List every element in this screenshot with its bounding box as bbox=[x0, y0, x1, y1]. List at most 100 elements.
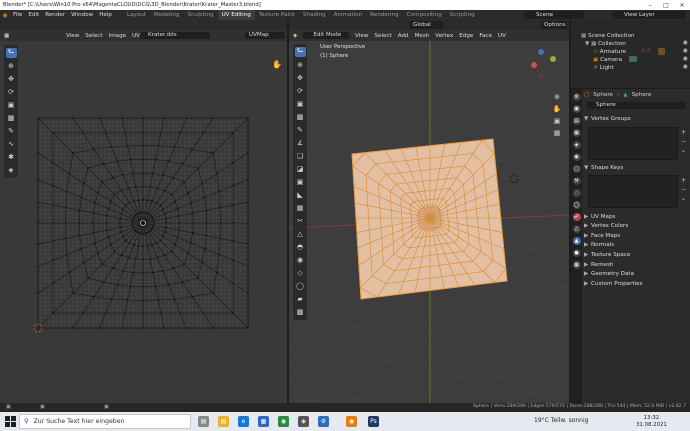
vp-transform-icon[interactable]: ▩ bbox=[295, 112, 306, 122]
vp-menu-vertex[interactable]: Vertex bbox=[435, 33, 453, 39]
vp-select-icon[interactable]: ⮑ bbox=[294, 47, 306, 57]
shape-keys-list[interactable] bbox=[588, 175, 678, 208]
tab-compositing[interactable]: Compositing bbox=[403, 10, 446, 20]
vp-menu-uv[interactable]: UV bbox=[498, 33, 506, 39]
uv-menu-view[interactable]: View bbox=[66, 33, 79, 39]
armature-modifier-icon[interactable] bbox=[658, 48, 665, 55]
select-box-icon[interactable]: ⮑ bbox=[5, 48, 17, 58]
knife-icon[interactable]: ✂ bbox=[295, 216, 306, 226]
modifier-tab-icon[interactable]: ⚒ bbox=[572, 177, 581, 185]
camera-data-icon[interactable] bbox=[629, 56, 637, 62]
vp-cursor-icon[interactable]: ⊕ bbox=[295, 60, 306, 70]
camera-view-icon[interactable]: ▣ bbox=[554, 117, 561, 125]
zoom-icon[interactable]: ⊕ bbox=[554, 93, 560, 101]
uv-layout-drawing[interactable] bbox=[0, 41, 287, 403]
vp-annotate-icon[interactable]: ✎ bbox=[295, 125, 306, 135]
light-visibility-icon[interactable]: ◉ bbox=[683, 64, 688, 70]
photoshop-icon[interactable]: Ps bbox=[368, 416, 379, 427]
vp-menu-select[interactable]: Select bbox=[374, 33, 391, 39]
view-layer-selector[interactable]: View Layer bbox=[612, 11, 686, 19]
tool-tab-icon[interactable]: ⚙ bbox=[572, 93, 581, 101]
menu-edit[interactable]: Edit bbox=[25, 12, 42, 18]
transform-icon[interactable]: ▩ bbox=[6, 113, 17, 123]
taskbar-search-box[interactable]: ⚲ Zur Suche Text hier eingeben bbox=[19, 414, 191, 429]
viewport-scene[interactable] bbox=[0, 41, 690, 404]
tab-rendering[interactable]: Rendering bbox=[366, 10, 403, 20]
uv-map-selector[interactable]: UVMap bbox=[245, 32, 285, 39]
uv-menu-image[interactable]: Image bbox=[109, 33, 127, 39]
3d-viewport[interactable]: User Perspective (1) Sphere ⮑ ⊕ ✥ ⟳ ▣ ▩ … bbox=[0, 41, 690, 404]
material-tab-icon[interactable]: ● bbox=[572, 249, 581, 257]
poly-build-icon[interactable]: △ bbox=[295, 229, 306, 239]
tab-scripting[interactable]: Scripting bbox=[446, 10, 479, 20]
move-icon[interactable]: ✥ bbox=[6, 74, 17, 84]
inset-icon[interactable]: ▣ bbox=[295, 177, 306, 187]
vp-add-cube-icon[interactable]: ❏ bbox=[295, 151, 306, 161]
tab-uv-editing[interactable]: UV Editing bbox=[217, 10, 255, 20]
menu-file[interactable]: File bbox=[10, 12, 25, 18]
world-tab-icon[interactable]: ◉ bbox=[572, 153, 581, 161]
image-selector[interactable]: Krater.dds bbox=[140, 32, 210, 39]
windows-start-icon[interactable] bbox=[5, 416, 16, 427]
vp-measure-icon[interactable]: ∡ bbox=[295, 138, 306, 148]
bevel-icon[interactable]: ◣ bbox=[295, 190, 306, 200]
object-data-tab-icon[interactable]: △ bbox=[572, 225, 581, 233]
tab-modeling[interactable]: Modeling bbox=[150, 10, 183, 20]
mesh-name-field[interactable]: Sphere bbox=[587, 102, 686, 109]
outliner-item-collection[interactable]: ▼ ▦ Collection bbox=[571, 40, 690, 48]
panel-uv-maps[interactable]: ▶ UV Maps bbox=[584, 213, 688, 222]
vp-scale-icon[interactable]: ▣ bbox=[295, 99, 306, 109]
blender-logo-icon[interactable]: ◉ bbox=[0, 12, 10, 19]
vp-menu-add[interactable]: Add bbox=[398, 33, 409, 39]
render-tab-icon[interactable]: ▣ bbox=[572, 105, 581, 113]
panel-geometry-data[interactable]: ▶ Geometry Data bbox=[584, 270, 688, 279]
panel-custom-properties[interactable]: ▶ Custom Properties bbox=[584, 280, 688, 289]
mesh-data-tab-icon[interactable]: ▲ bbox=[572, 237, 581, 245]
3d-cursor-icon[interactable] bbox=[509, 174, 519, 184]
camera-visibility-icon[interactable]: ◉ bbox=[683, 56, 688, 62]
uv-editor-canvas[interactable]: ⮑ ⊕ ✥ ⟳ ▣ ▩ ✎ ∿ ✱ ◈ ✋ bbox=[0, 41, 287, 403]
texture-tab-icon[interactable]: ▦ bbox=[572, 261, 581, 269]
menu-help[interactable]: Help bbox=[96, 12, 115, 18]
view-layer-tab-icon[interactable]: ▦ bbox=[572, 129, 581, 137]
outliner-scene-collection[interactable]: ▦ Scene Collection bbox=[571, 32, 690, 40]
tab-texture-paint[interactable]: Texture Paint bbox=[255, 10, 299, 20]
loop-cut-icon[interactable]: ▦ bbox=[295, 203, 306, 213]
options-dropdown[interactable]: Options bbox=[541, 21, 567, 29]
outliner-item-armature[interactable]: ☆ Armature bbox=[571, 48, 690, 56]
app-icon[interactable]: ◈ bbox=[298, 416, 309, 427]
visibility-icon[interactable]: ◉ bbox=[683, 40, 688, 46]
vp-menu-view[interactable]: View bbox=[355, 33, 368, 39]
rip-icon[interactable]: ▩ bbox=[295, 307, 306, 317]
editor-type-icon[interactable]: ▦ bbox=[4, 33, 22, 39]
blender-taskbar-icon[interactable]: ◉ bbox=[346, 416, 357, 427]
menu-render[interactable]: Render bbox=[42, 12, 68, 18]
shrink-fatten-icon[interactable]: ◯ bbox=[295, 281, 306, 291]
particles-tab-icon[interactable]: ∴ bbox=[572, 189, 581, 197]
system-clock[interactable]: 13:32 31.08.2021 bbox=[636, 415, 667, 429]
shape-key-menu-icon[interactable]: ⌄ bbox=[680, 195, 687, 202]
pan-hand-icon[interactable]: ✋ bbox=[272, 60, 282, 69]
minimize-icon[interactable]: – bbox=[642, 0, 658, 10]
transform-orientation-selector[interactable]: Global bbox=[409, 21, 443, 29]
panel-vertex-colors[interactable]: ▶ Vertex Colors bbox=[584, 222, 688, 231]
panel-normals[interactable]: ▶ Normals bbox=[584, 241, 688, 250]
viewport-editor-type-icon[interactable]: ◈ bbox=[293, 33, 297, 39]
pinch-icon[interactable]: ◈ bbox=[6, 165, 17, 175]
perspective-toggle-icon[interactable]: ▦ bbox=[554, 129, 561, 137]
panel-shape-keys[interactable]: ▼ Shape Keys bbox=[584, 164, 688, 173]
store-icon[interactable]: ▦ bbox=[258, 416, 269, 427]
vertex-group-menu-icon[interactable]: ⌄ bbox=[680, 147, 687, 154]
scale-icon[interactable]: ▣ bbox=[6, 100, 17, 110]
scene-selector[interactable]: Scene bbox=[524, 11, 584, 19]
armature-visibility-icon[interactable]: ◉ bbox=[683, 48, 688, 54]
cursor-icon[interactable]: ⊕ bbox=[6, 61, 17, 71]
uv-menu-select[interactable]: Select bbox=[85, 33, 102, 39]
shear-icon[interactable]: ▰ bbox=[295, 294, 306, 304]
add-vertex-group-icon[interactable]: + bbox=[680, 129, 687, 136]
remove-shape-key-icon[interactable]: − bbox=[680, 186, 687, 193]
chrome-icon[interactable]: ◉ bbox=[278, 416, 289, 427]
file-explorer-icon[interactable]: ▤ bbox=[218, 416, 229, 427]
vertex-groups-list[interactable] bbox=[588, 127, 678, 160]
physics-tab-icon[interactable]: ◯ bbox=[572, 201, 581, 209]
